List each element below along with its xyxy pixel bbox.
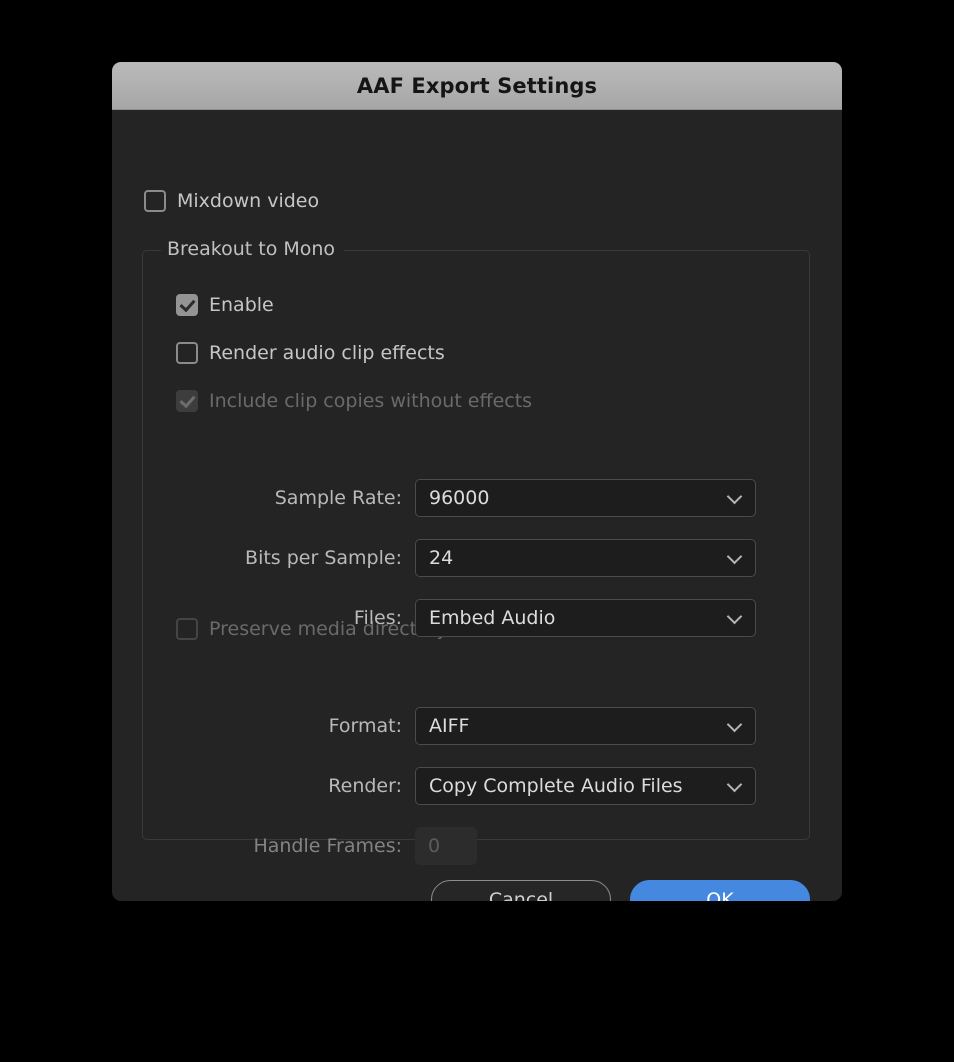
checkbox-label-mixdown-video: Mixdown video: [177, 190, 320, 212]
dialog-title: AAF Export Settings: [356, 73, 598, 98]
checkbox-label-include-clip-copies-without-effects: Include clip copies without effects: [209, 390, 533, 412]
dropdown-format[interactable]: AIFF: [415, 707, 756, 745]
checkbox-enable[interactable]: Enable: [176, 294, 274, 316]
chevron-down-icon: [729, 719, 741, 731]
label-sample-rate: Sample Rate:: [274, 487, 402, 509]
dropdown-value-render: Copy Complete Audio Files: [429, 775, 683, 797]
aaf-export-settings-dialog: AAF Export Settings Mixdown video Breako…: [112, 62, 842, 901]
dropdown-files[interactable]: Embed Audio: [415, 599, 756, 637]
checkbox-mixdown-video[interactable]: Mixdown video: [144, 190, 319, 212]
dropdown-bits-per-sample[interactable]: 24: [415, 539, 756, 577]
field-row-bits-per-sample: Bits per Sample: 24: [143, 539, 809, 577]
dialog-footer: Cancel OK: [431, 880, 810, 901]
label-render: Render:: [328, 775, 402, 797]
dropdown-value-format: AIFF: [429, 715, 470, 737]
group-breakout-to-mono: Breakout to Mono Enable Render audio cli…: [142, 238, 810, 865]
dropdown-render[interactable]: Copy Complete Audio Files: [415, 767, 756, 805]
dialog-titlebar: AAF Export Settings: [112, 62, 842, 110]
checkbox-box-include-clip-copies-without-effects: [176, 390, 198, 412]
cancel-button[interactable]: Cancel: [431, 880, 611, 901]
label-handle-frames: Handle Frames:: [253, 835, 402, 857]
label-format: Format:: [328, 715, 402, 737]
dropdown-value-bits-per-sample: 24: [429, 547, 454, 569]
field-row-handle-frames: Handle Frames: 0: [143, 827, 809, 865]
checkbox-include-clip-copies-without-effects: Include clip copies without effects: [176, 390, 532, 412]
label-files: Files:: [353, 607, 402, 629]
dropdown-value-files: Embed Audio: [429, 607, 556, 629]
checkbox-box-mixdown-video[interactable]: [144, 190, 166, 212]
checkbox-render-audio-clip-effects[interactable]: Render audio clip effects: [176, 342, 445, 364]
chevron-down-icon: [729, 491, 741, 503]
ok-button[interactable]: OK: [630, 880, 810, 901]
chevron-down-icon: [729, 551, 741, 563]
group-content: Enable Render audio clip effects Include…: [143, 251, 809, 865]
input-handle-frames: 0: [415, 827, 477, 865]
checkbox-box-enable[interactable]: [176, 294, 198, 316]
dropdown-value-sample-rate: 96000: [429, 487, 490, 509]
chevron-down-icon: [729, 779, 741, 791]
dropdown-sample-rate[interactable]: 96000: [415, 479, 756, 517]
checkbox-box-render-audio-clip-effects[interactable]: [176, 342, 198, 364]
dialog-body: Mixdown video Breakout to Mono Enable Re…: [112, 110, 842, 901]
field-row-render: Render: Copy Complete Audio Files: [143, 767, 809, 805]
checkbox-label-enable: Enable: [209, 294, 274, 316]
field-row-files: Files: Embed Audio: [143, 599, 809, 637]
checkbox-label-render-audio-clip-effects: Render audio clip effects: [209, 342, 445, 364]
field-row-format: Format: AIFF: [143, 707, 809, 745]
chevron-down-icon: [729, 611, 741, 623]
field-row-sample-rate: Sample Rate: 96000: [143, 479, 809, 517]
label-bits-per-sample: Bits per Sample:: [245, 547, 402, 569]
input-value-handle-frames: 0: [428, 835, 441, 857]
